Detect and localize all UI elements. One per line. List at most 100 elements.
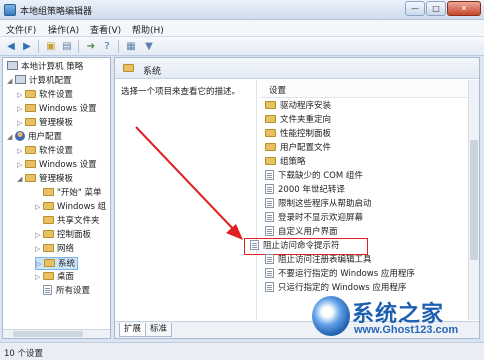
folder-icon [43, 272, 54, 280]
list-item-setting[interactable]: 下载缺少的 COM 组件 [265, 170, 363, 183]
chevron-right-icon[interactable]: ▷ [35, 243, 43, 256]
folder-icon [25, 104, 36, 112]
toolbar: ◀ ▶ ▣ ▤ ➔ ? ▦ ▼ [0, 37, 484, 56]
tree-item-user-software-settings[interactable]: ▷ 软件设置 [17, 145, 73, 158]
list-item-folder[interactable]: 组策略 [265, 156, 306, 169]
chevron-down-icon[interactable]: ◢ [7, 75, 15, 88]
setting-page-icon [265, 268, 274, 278]
menu-file[interactable]: 文件(F) [6, 23, 36, 36]
filter-icon[interactable]: ▼ [142, 40, 156, 53]
folder-icon [265, 115, 276, 123]
export-icon[interactable]: ➔ [84, 40, 98, 53]
back-arrow-icon[interactable]: ◀ [4, 40, 18, 53]
list-item-setting[interactable]: 不要运行指定的 Windows 应用程序 [265, 268, 415, 281]
setting-page-icon [265, 226, 274, 236]
chevron-right-icon[interactable]: ▷ [17, 89, 25, 102]
setting-page-icon [265, 198, 274, 208]
list-item-setting[interactable]: 2000 年世纪转译 [265, 184, 345, 197]
settings-page-icon [43, 285, 52, 295]
folder-icon [265, 101, 276, 109]
forward-arrow-icon[interactable]: ▶ [20, 40, 34, 53]
list-item-setting[interactable]: 登录时不显示欢迎屏幕 [265, 212, 363, 225]
tree-item-control-panel[interactable]: ▷ 控制面板 [35, 229, 91, 242]
title-bar: 本地组策略编辑器 — □ ✕ [0, 0, 484, 20]
tree-item-computer-config[interactable]: ◢ 计算机配置 [7, 75, 72, 88]
menu-bar: 文件(F) 操作(A) 查看(V) 帮助(H) [0, 20, 484, 37]
list-item-folder[interactable]: 驱动程序安装 [265, 100, 331, 113]
tree-item-software-settings[interactable]: ▷ 软件设置 [17, 89, 73, 102]
setting-page-icon [265, 282, 274, 292]
tree-item-user-admin-templates[interactable]: ◢ 管理模板 [17, 173, 73, 186]
chevron-down-icon[interactable]: ◢ [17, 173, 25, 186]
folder-icon [25, 90, 36, 98]
tab-extended[interactable]: 扩展 [119, 323, 147, 337]
list-item-folder[interactable]: 用户配置文件 [265, 142, 331, 155]
tab-standard[interactable]: 标准 [145, 323, 173, 337]
tree-horizontal-scrollbar[interactable] [3, 329, 110, 338]
chevron-right-icon[interactable]: ▷ [35, 229, 43, 242]
details-header: 系统 [115, 58, 479, 79]
setting-page-icon [265, 254, 274, 264]
status-text: 10 个设置 [4, 349, 44, 359]
user-icon [15, 131, 25, 141]
chevron-right-icon[interactable]: ▷ [17, 159, 25, 172]
tree-item-windows-components[interactable]: ▷ Windows 组 [35, 201, 106, 214]
tree-item-all-settings[interactable]: 所有设置 [35, 285, 90, 298]
scrollbar-thumb[interactable] [470, 140, 478, 260]
folder-icon [43, 216, 54, 224]
close-button[interactable]: ✕ [447, 1, 481, 16]
menu-view[interactable]: 查看(V) [90, 23, 121, 36]
tree-item-user-windows-settings[interactable]: ▷ Windows 设置 [17, 159, 97, 172]
chevron-right-icon[interactable]: ▷ [17, 145, 25, 158]
menu-action[interactable]: 操作(A) [48, 23, 79, 36]
up-folder-icon[interactable]: ▣ [44, 40, 58, 53]
description-text: 选择一个项目来查看它的描述。 [121, 87, 241, 97]
help-icon[interactable]: ? [100, 40, 114, 53]
folder-icon [25, 160, 36, 168]
folder-icon [25, 174, 36, 182]
tree-item-desktop[interactable]: ▷ 桌面 [35, 271, 74, 284]
tree-item-system[interactable]: ▷ 系统 [35, 257, 79, 271]
folder-icon [25, 146, 36, 154]
tree-item-shared-folders[interactable]: 共享文件夹 [35, 215, 100, 228]
tree-item-windows-settings[interactable]: ▷ Windows 设置 [17, 103, 97, 116]
maximize-button[interactable]: □ [426, 1, 446, 16]
watermark-logo: 系统之家 www.Ghost123.com [310, 294, 482, 344]
settings-column-header[interactable]: 设置 [261, 80, 467, 98]
toolbar-separator [38, 40, 39, 53]
list-item-setting-highlighted[interactable]: 阻止访问命令提示符 [244, 238, 368, 255]
folder-icon [43, 188, 54, 196]
chevron-right-icon[interactable]: ▷ [17, 103, 25, 116]
show-hide-tree-icon[interactable]: ▤ [60, 40, 74, 53]
list-item-folder[interactable]: 性能控制面板 [265, 128, 331, 141]
tree-item-start-menu[interactable]: "开始" 菜单 [35, 187, 102, 200]
chevron-right-icon[interactable]: ▷ [17, 117, 25, 130]
list-item-setting[interactable]: 阻止访问注册表编辑工具 [265, 254, 372, 267]
minimize-button[interactable]: — [405, 1, 425, 16]
tree-pane[interactable]: 本地计算机 策略 ◢ 计算机配置 ▷ 软件设置 ▷ Windows 设置 ▷ 管理模板 … [2, 57, 111, 339]
list-item-folder[interactable]: 文件夹重定向 [265, 114, 331, 127]
tree-item-network[interactable]: ▷ 网络 [35, 243, 74, 256]
chevron-right-icon[interactable]: ▷ [36, 258, 44, 271]
scrollbar-thumb[interactable] [13, 331, 83, 337]
vertical-scrollbar[interactable] [468, 80, 479, 320]
logo-symbol-icon [312, 296, 350, 336]
list-item-setting[interactable]: 限制这些程序从帮助启动 [265, 198, 372, 211]
folder-icon [43, 244, 54, 252]
folder-icon [43, 202, 54, 210]
properties-icon[interactable]: ▦ [124, 40, 138, 53]
tree-item-root[interactable]: 本地计算机 策略 [7, 61, 83, 74]
status-bar: 10 个设置 [0, 342, 484, 360]
details-header-title: 系统 [143, 67, 162, 77]
chevron-right-icon[interactable]: ▷ [35, 201, 43, 214]
chevron-down-icon[interactable]: ◢ [7, 131, 15, 144]
chevron-right-icon[interactable]: ▷ [35, 271, 43, 284]
window-title: 本地组策略编辑器 [20, 7, 93, 17]
list-item-setting[interactable]: 自定义用户界面 [265, 226, 338, 239]
tree-item-admin-templates[interactable]: ▷ 管理模板 [17, 117, 73, 130]
menu-help[interactable]: 帮助(H) [132, 23, 164, 36]
folder-icon [44, 259, 55, 267]
toolbar-separator [78, 40, 79, 53]
folder-icon [25, 118, 36, 126]
tree-item-user-config[interactable]: ◢ 用户配置 [7, 131, 62, 144]
